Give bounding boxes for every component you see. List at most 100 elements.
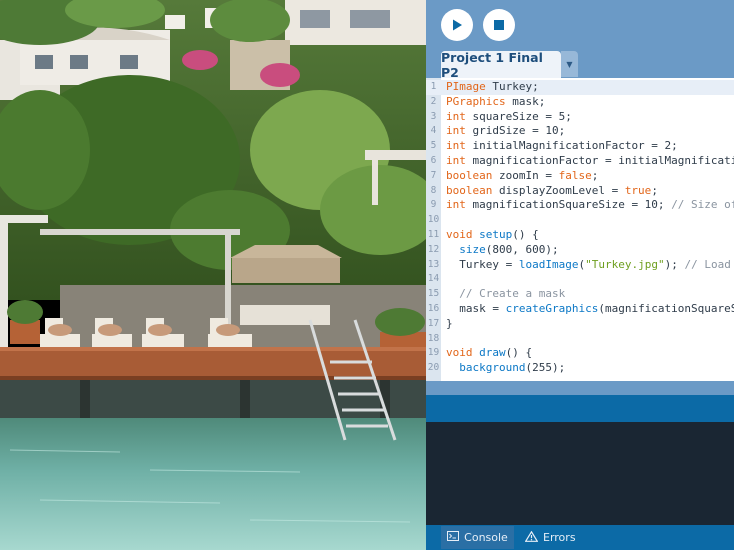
code-text: mask = createGraphics(magnificationSquar…: [446, 302, 734, 317]
stop-button[interactable]: [483, 9, 515, 41]
code-token: magnificationSquareSize = 10;: [465, 198, 672, 212]
code-line[interactable]: 3 int squareSize = 5;: [426, 110, 734, 125]
code-token: );: [664, 257, 685, 271]
code-token: boolean: [446, 168, 493, 182]
code-line[interactable]: 20 background(255);: [426, 361, 734, 376]
console-output[interactable]: [426, 422, 734, 525]
code-text: PGraphics mask;: [446, 95, 545, 110]
code-line[interactable]: 1 PImage Turkey;: [426, 80, 734, 95]
sketch-tab-bar: Project 1 Final P2 ▼: [426, 50, 734, 80]
code-line[interactable]: 7 boolean zoomIn = false;: [426, 169, 734, 184]
code-token: int: [446, 198, 466, 212]
code-line[interactable]: 6 int magnificationFactor = initialMagnif…: [426, 154, 734, 169]
code-token: () {: [505, 346, 533, 360]
code-line[interactable]: 17}: [426, 317, 734, 332]
code-token: void: [446, 227, 473, 241]
code-line[interactable]: 13 Turkey = loadImage("Turkey.jpg"); // …: [426, 258, 734, 273]
code-text: size(800, 600);: [446, 242, 559, 258]
code-text: int initialMagnificationFactor = 2;: [446, 139, 678, 154]
message-bar: [426, 395, 734, 422]
background-photo: [0, 0, 426, 550]
code-token: // Load t: [684, 257, 731, 271]
code-text: background(255);: [446, 361, 565, 376]
line-number: 1: [430, 81, 437, 92]
code-line[interactable]: 10: [426, 213, 734, 228]
code-token: createGraphics: [505, 301, 599, 315]
code-token: setup: [479, 227, 513, 241]
line-number: 2: [430, 95, 437, 107]
code-line[interactable]: 14: [426, 272, 734, 287]
code-token: zoomIn =: [492, 168, 559, 182]
editor-horizontal-scroll-area[interactable]: [426, 381, 734, 395]
play-icon: [453, 19, 462, 31]
line-number: 20: [427, 362, 440, 374]
code-token: loadImage: [518, 257, 579, 271]
line-number: 15: [427, 288, 440, 300]
code-text: Turkey = loadImage("Turkey.jpg"); // Loa…: [446, 258, 734, 273]
code-line[interactable]: 19 void draw() {: [426, 346, 734, 361]
code-token: false: [558, 168, 592, 182]
code-token: // Create a mask: [459, 287, 566, 301]
code-token: gridSize = 10;: [465, 124, 566, 138]
code-text: boolean zoomIn = false;: [446, 169, 598, 184]
code-line[interactable]: 12 size(800, 600);: [426, 243, 734, 258]
code-editor[interactable]: 1 PImage Turkey; 2 PGraphics mask; 3 int squa…: [426, 78, 734, 381]
stop-icon: [494, 20, 504, 30]
code-line[interactable]: 16 mask = createGraphics(magnificationSq…: [426, 302, 734, 317]
code-token: PImage: [446, 80, 486, 93]
code-token: mask =: [446, 301, 506, 315]
line-number: 13: [427, 258, 440, 270]
line-number: 11: [427, 228, 440, 240]
console-icon: [447, 531, 460, 544]
code-token: size: [459, 242, 486, 256]
code-token: initialMagnificationFactor = 2;: [465, 139, 678, 153]
code-line[interactable]: 4 int gridSize = 10;: [426, 124, 734, 139]
code-text: void draw() {: [446, 346, 532, 361]
code-text: int magnificationFactor = initialMagnifi…: [446, 154, 734, 169]
footer-tab-bar: Console Errors: [426, 525, 734, 550]
line-number: 12: [427, 243, 440, 255]
tab-errors[interactable]: Errors: [521, 526, 585, 549]
line-number: 18: [427, 332, 440, 344]
code-token: int: [446, 153, 466, 167]
code-text: boolean displayZoomLevel = true;: [446, 184, 658, 199]
line-number: 4: [430, 125, 437, 137]
code-line[interactable]: 2 PGraphics mask;: [426, 95, 734, 110]
code-line[interactable]: 15 // Create a mask: [426, 287, 734, 302]
code-token: background: [459, 361, 526, 375]
run-button[interactable]: [441, 9, 473, 41]
code-token: boolean: [446, 183, 493, 197]
code-token: }: [446, 316, 453, 330]
warning-icon: [524, 530, 539, 545]
line-number: 9: [430, 199, 437, 211]
code-text: }: [446, 317, 453, 332]
code-token: (800, 600);: [485, 242, 559, 256]
tab-console-label: Console: [464, 531, 508, 544]
code-token: true: [624, 183, 652, 197]
code-token: Turkey =: [446, 257, 519, 271]
tab-errors-label: Errors: [543, 531, 576, 544]
tab-console[interactable]: Console: [441, 526, 514, 549]
code-line[interactable]: 5 int initialMagnificationFactor = 2;: [426, 139, 734, 154]
code-line[interactable]: 8 boolean displayZoomLevel = true;: [426, 184, 734, 199]
code-token: void: [446, 346, 473, 360]
code-text: int squareSize = 5;: [446, 110, 572, 125]
code-token: int: [446, 139, 466, 153]
code-text: // Create a mask: [446, 287, 565, 302]
code-line[interactable]: 18: [426, 332, 734, 347]
line-number: 14: [427, 273, 440, 285]
tab-menu-button[interactable]: ▼: [561, 51, 578, 77]
code-text: void setup() {: [446, 228, 539, 243]
code-token: () {: [512, 227, 539, 241]
line-number: 8: [430, 184, 437, 196]
code-line[interactable]: 9 int magnificationSquareSize = 10; // Si…: [426, 198, 734, 213]
code-line[interactable]: 11 void setup() {: [426, 228, 734, 243]
code-token: squareSize = 5;: [465, 109, 572, 123]
code-token: PGraphics: [446, 94, 506, 108]
code-text: int gridSize = 10;: [446, 124, 565, 139]
code-token: ;: [591, 168, 599, 182]
code-token: displayZoomLevel =: [492, 183, 625, 197]
tab-sketch[interactable]: Project 1 Final P2: [441, 50, 561, 80]
line-number: 5: [430, 140, 437, 152]
line-number: 6: [430, 154, 437, 166]
